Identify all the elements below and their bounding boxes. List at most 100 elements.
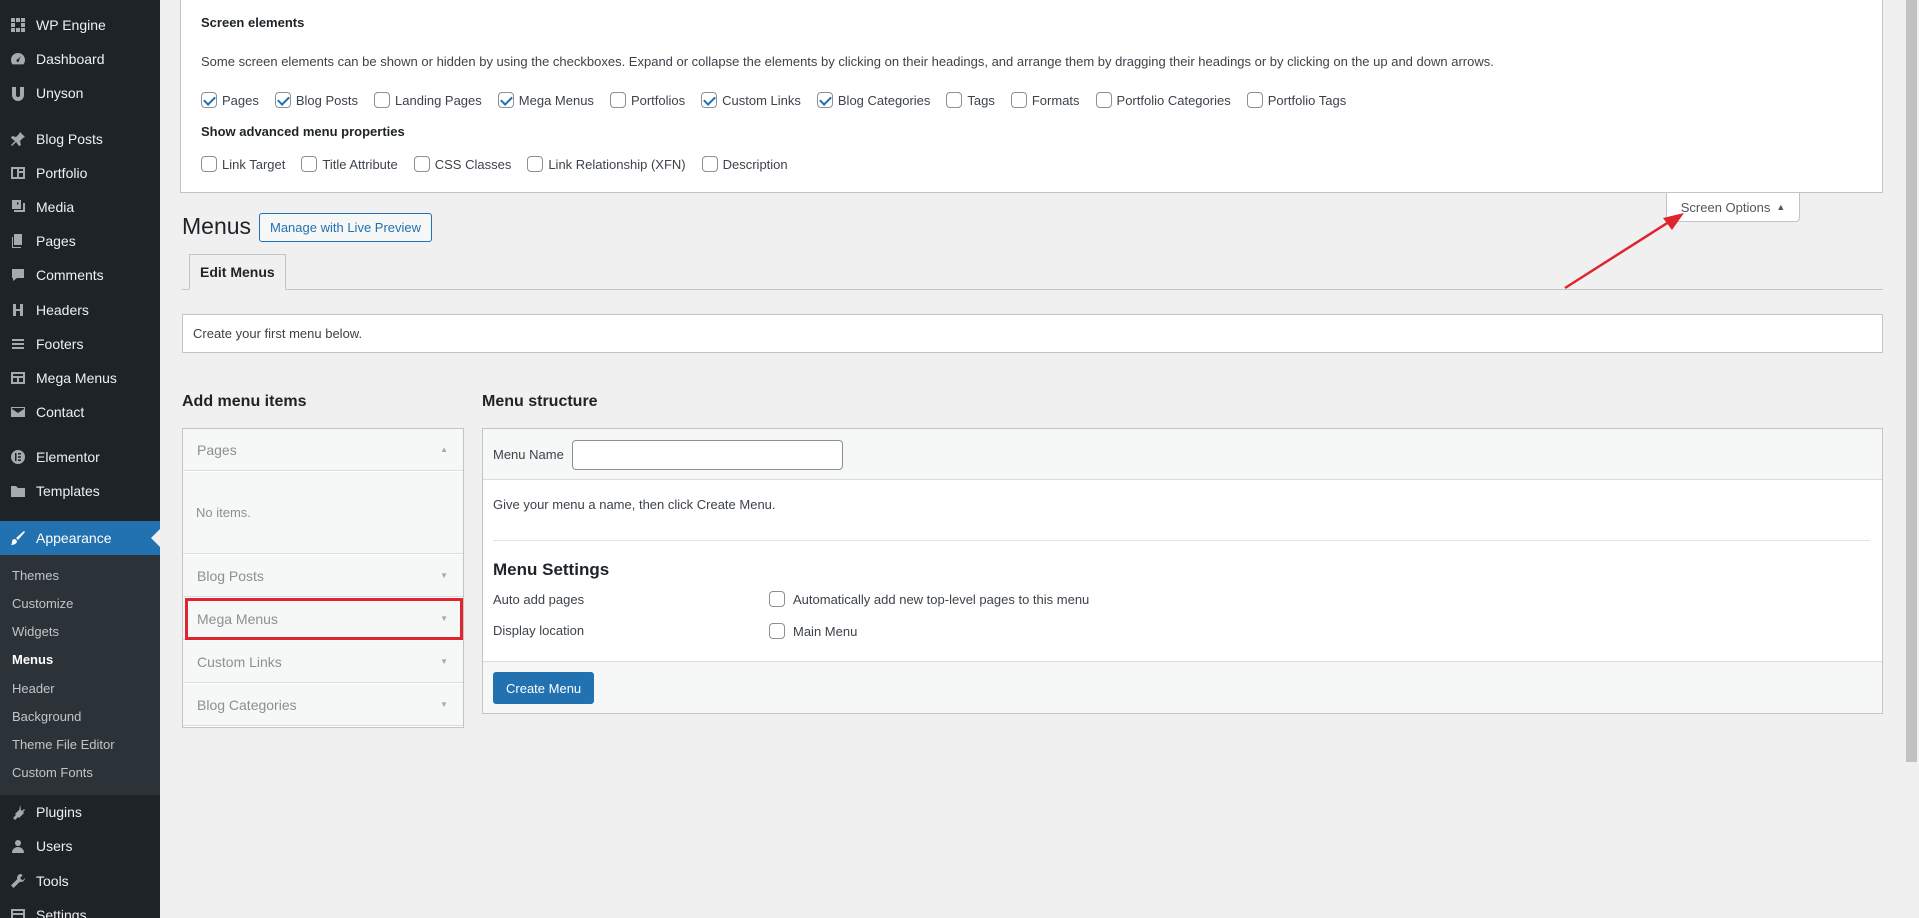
sidebar-item-portfolio[interactable]: Portfolio [0,156,160,190]
checkbox[interactable] [1095,92,1112,108]
manage-live-preview-button[interactable]: Manage with Live Preview [259,213,433,242]
checkbox-checked[interactable] [201,92,217,108]
toggle-landing-pages[interactable]: Landing Pages [374,92,482,108]
toggle-link-target[interactable]: Link Target [201,156,285,172]
checkbox[interactable] [527,156,544,172]
submenu-item-menus[interactable]: Menus [12,652,53,667]
scrollbar-thumb[interactable] [1906,0,1917,762]
submenu-item-background[interactable]: Background [12,709,81,724]
appearance-submenu: Themes Customize Widgets Menus Header Ba… [0,555,160,795]
submenu-item-header[interactable]: Header [12,681,55,696]
plugins-icon [10,804,26,820]
submenu-item-custom-fonts[interactable]: Custom Fonts [12,765,93,780]
sidebar-item-label: Pages [36,233,76,249]
sidebar-item-label: Tools [36,873,69,889]
toggle-portfolio-tags[interactable]: Portfolio Tags [1246,92,1346,108]
screen-options-label: Screen Options [1680,199,1771,215]
caret-down-icon: ▼ [440,700,448,709]
sidebar-item-label: Dashboard [36,51,105,67]
dashboard-icon [10,51,26,67]
sidebar-item-comments[interactable]: Comments [0,258,160,292]
toggle-tags[interactable]: Tags [946,92,995,108]
accordion-blog-categories[interactable]: Blog Categories ▼ [183,684,463,726]
checkbox-checked[interactable] [497,92,514,108]
sidebar-item-contact[interactable]: Contact [0,395,160,429]
sidebar-item-unyson[interactable]: Unyson [0,76,160,110]
accordion-custom-links[interactable]: Custom Links ▼ [183,641,463,683]
toggle-pages[interactable]: Pages [201,92,259,108]
checkbox[interactable] [769,623,785,639]
sidebar-item-label: Users [36,838,73,854]
sidebar-item-media[interactable]: Media [0,190,160,224]
toggle-formats[interactable]: Formats [1010,92,1080,108]
sidebar-item-plugins[interactable]: Plugins [0,795,160,829]
sidebar-item-templates[interactable]: Templates [0,474,160,508]
checkbox[interactable] [201,156,217,172]
toggle-description[interactable]: Description [701,156,788,172]
main-menu-location-option[interactable]: Main Menu [769,623,857,639]
sidebar-item-footers[interactable]: Footers [0,327,160,361]
toggle-portfolios[interactable]: Portfolios [609,92,685,108]
toggle-mega-menus[interactable]: Mega Menus [497,92,594,108]
pin-icon [10,131,26,147]
sidebar-item-label: Plugins [36,804,82,820]
submenu-item-widgets[interactable]: Widgets [12,624,59,639]
sidebar-item-headers[interactable]: Headers [0,293,160,327]
sidebar-item-appearance[interactable]: Appearance [0,521,160,555]
comments-icon [10,267,26,283]
caret-down-icon: ▼ [440,657,448,666]
sidebar-item-wp-engine[interactable]: WP Engine [0,8,160,42]
toggle-portfolio-categories[interactable]: Portfolio Categories [1095,92,1231,108]
accordion-pages[interactable]: Pages ▲ [183,429,463,471]
sidebar-item-tools[interactable]: Tools [0,864,160,898]
toggle-css-classes[interactable]: CSS Classes [413,156,511,172]
sidebar-item-pages[interactable]: Pages [0,224,160,258]
checkbox-checked[interactable] [701,92,718,108]
pages-icon [10,233,26,249]
toggle-blog-posts[interactable]: Blog Posts [274,92,358,108]
toggle-blog-categories[interactable]: Blog Categories [816,92,930,108]
checkbox[interactable] [701,156,718,172]
sidebar-item-elementor[interactable]: Elementor [0,440,160,474]
checkbox[interactable] [1246,92,1263,108]
admin-sidebar: WP Engine Dashboard Unyson Blog Posts Po… [0,0,160,918]
sidebar-item-settings[interactable]: Settings [0,898,160,918]
toggle-custom-links[interactable]: Custom Links [701,92,801,108]
sidebar-item-blog-posts[interactable]: Blog Posts [0,122,160,156]
checkbox[interactable] [946,92,963,108]
submenu-item-theme-file-editor[interactable]: Theme File Editor [12,737,115,752]
tab-edit-menus[interactable]: Edit Menus [189,254,286,290]
toggle-title-attribute[interactable]: Title Attribute [301,156,398,172]
notice-message: Create your first menu below. [182,314,1883,353]
folder-icon [10,483,26,499]
advanced-properties-title: Show advanced menu properties [201,124,405,139]
checkbox-checked[interactable] [274,92,291,108]
submenu-item-customize[interactable]: Customize [12,596,73,611]
auto-add-pages-option[interactable]: Automatically add new top-level pages to… [769,591,1089,607]
create-menu-button[interactable]: Create Menu [493,672,595,704]
caret-down-icon: ▼ [440,614,448,623]
checkbox[interactable] [301,156,318,172]
toggle-link-relationship[interactable]: Link Relationship (XFN) [527,156,686,172]
checkbox[interactable] [413,156,430,172]
accordion-blog-posts[interactable]: Blog Posts ▼ [183,555,463,597]
menu-name-input[interactable] [572,440,843,470]
sidebar-item-mega-menus[interactable]: Mega Menus [0,361,160,395]
checkbox-checked[interactable] [816,92,833,108]
sidebar-item-label: Contact [36,404,85,420]
sidebar-item-dashboard[interactable]: Dashboard [0,42,160,76]
accordion-mega-menus[interactable]: Mega Menus ▼ [183,598,463,640]
checkbox[interactable] [609,92,626,108]
sidebar-item-label: WP Engine [36,17,106,33]
add-menu-items-title: Add menu items [182,393,307,410]
accordion-pages-body: No items. [183,472,463,554]
submenu-item-themes[interactable]: Themes [12,568,59,583]
sidebar-item-users[interactable]: Users [0,829,160,863]
checkbox[interactable] [769,591,785,607]
elementor-icon [10,449,26,465]
sidebar-item-label: Footers [36,336,84,352]
checkbox[interactable] [1010,92,1027,108]
sidebar-item-label: Elementor [36,449,100,465]
checkbox[interactable] [374,92,391,108]
screen-elements-checkboxes: Pages Blog Posts Landing Pages Mega Menu… [201,92,1362,108]
